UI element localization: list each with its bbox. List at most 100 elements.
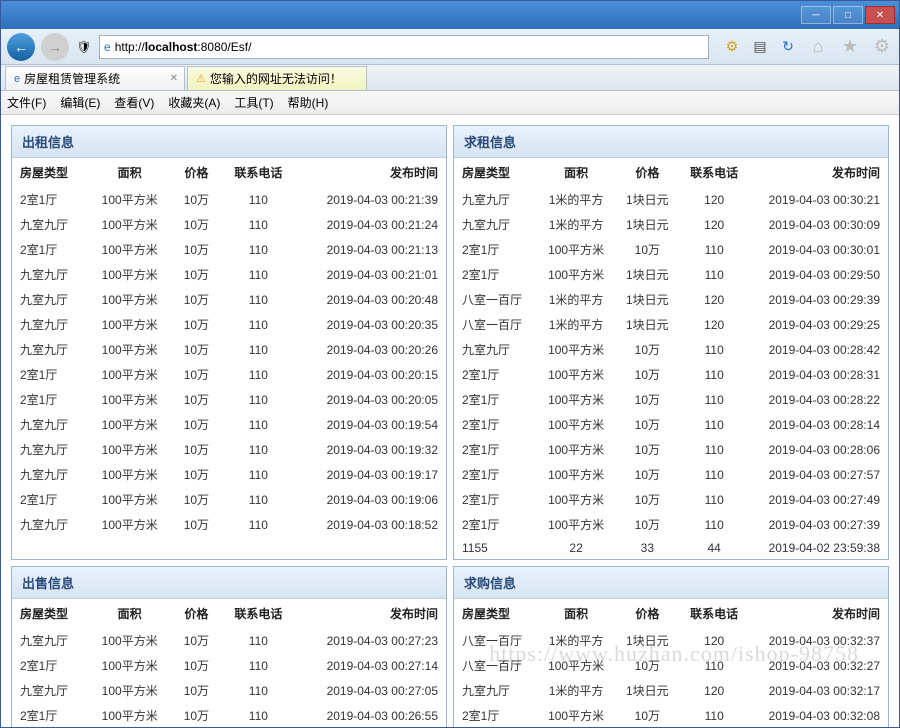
maximize-button[interactable]: □ <box>833 6 863 24</box>
security-shield-icon[interactable]: 🛡 <box>75 38 93 56</box>
cell-time: 2019-04-03 00:30:09 <box>749 212 888 237</box>
menu-view[interactable]: 查看(V) <box>114 94 154 111</box>
table-row[interactable]: 八室一百厅 100平方米 10万 110 2019-04-03 00:32:27 <box>454 653 888 678</box>
cell-price: 10万 <box>615 487 679 512</box>
table-row[interactable]: 九室九厅 100平方米 10万 110 2019-04-03 00:28:42 <box>454 337 888 362</box>
cell-time: 2019-04-03 00:21:01 <box>296 262 446 287</box>
cell-type: 2室1厅 <box>454 412 537 437</box>
table-row[interactable]: 2室1厅 100平方米 10万 110 2019-04-03 00:28:06 <box>454 437 888 462</box>
settings-gear-icon[interactable]: ⚙ <box>871 38 893 56</box>
compat-icon[interactable]: ⚙ <box>723 38 741 56</box>
table-row[interactable]: 九室九厅 100平方米 10万 110 2019-04-03 00:18:52 <box>12 512 446 537</box>
table-row[interactable]: 2室1厅 100平方米 10万 110 2019-04-03 00:32:08 <box>454 703 888 727</box>
menu-file[interactable]: 文件(F) <box>7 94 46 111</box>
table-row[interactable]: 2室1厅 100平方米 10万 110 2019-04-03 00:19:06 <box>12 487 446 512</box>
table-row[interactable]: 2室1厅 100平方米 10万 110 2019-04-03 00:26:55 <box>12 703 446 727</box>
table-row[interactable]: 2室1厅 100平方米 10万 110 2019-04-03 00:28:31 <box>454 362 888 387</box>
th-phone: 联系电话 <box>221 158 296 187</box>
menu-edit[interactable]: 编辑(E) <box>60 94 100 111</box>
table-row[interactable]: 2室1厅 100平方米 10万 110 2019-04-03 00:21:13 <box>12 237 446 262</box>
table-row[interactable]: 2室1厅 100平方米 10万 110 2019-04-03 00:30:01 <box>454 237 888 262</box>
panel-title: 出租信息 <box>12 126 446 158</box>
table-row[interactable]: 2室1厅 100平方米 10万 110 2019-04-03 00:28:22 <box>454 387 888 412</box>
table-row[interactable]: 九室九厅 100平方米 10万 110 2019-04-03 00:20:35 <box>12 312 446 337</box>
th-time: 发布时间 <box>296 158 446 187</box>
cell-area: 100平方米 <box>537 387 616 412</box>
cell-area: 1米的平方 <box>537 187 616 212</box>
table-row[interactable]: 九室九厅 100平方米 10万 110 2019-04-03 00:20:48 <box>12 287 446 312</box>
table-row[interactable]: 九室九厅 100平方米 10万 110 2019-04-03 00:19:17 <box>12 462 446 487</box>
table-row[interactable]: 九室九厅 1米的平方 1块日元 120 2019-04-03 00:30:09 <box>454 212 888 237</box>
table-row[interactable]: 2室1厅 100平方米 10万 110 2019-04-03 00:28:14 <box>454 412 888 437</box>
table-row[interactable]: 八室一百厅 1米的平方 1块日元 120 2019-04-03 00:29:39 <box>454 287 888 312</box>
table-row[interactable]: 九室九厅 100平方米 10万 110 2019-04-03 00:27:05 <box>12 678 446 703</box>
cell-type: 2室1厅 <box>454 462 537 487</box>
cell-type: 八室一百厅 <box>454 653 537 678</box>
page-content[interactable]: 出租信息 房屋类型 面积 价格 联系电话 发布时间 2室1厅 100平方米 10… <box>1 115 899 727</box>
home-icon[interactable]: ⌂ <box>807 38 829 56</box>
table-row[interactable]: 2室1厅 100平方米 10万 110 2019-04-03 00:20:15 <box>12 362 446 387</box>
back-button[interactable]: ← <box>7 33 35 61</box>
table-row[interactable]: 九室九厅 100平方米 10万 110 2019-04-03 00:20:26 <box>12 337 446 362</box>
table-row[interactable]: 2室1厅 100平方米 10万 110 2019-04-03 00:21:39 <box>12 187 446 212</box>
buy-table: 房屋类型 面积 价格 联系电话 发布时间 八室一百厅 1米的平方 1块日元 12… <box>454 599 888 727</box>
th-phone: 联系电话 <box>221 599 296 628</box>
cell-price: 10万 <box>615 512 679 537</box>
ie-favicon-icon: e <box>14 73 20 85</box>
cell-phone: 110 <box>679 437 749 462</box>
close-button[interactable]: ✕ <box>865 6 895 24</box>
cell-price: 1块日元 <box>615 262 679 287</box>
table-row[interactable]: 九室九厅 1米的平方 1块日元 120 2019-04-03 00:30:21 <box>454 187 888 212</box>
window-titlebar[interactable]: ─ □ ✕ <box>1 1 899 29</box>
favorites-icon[interactable]: ★ <box>839 38 861 56</box>
table-row[interactable]: 2室1厅 100平方米 10万 110 2019-04-03 00:27:39 <box>454 512 888 537</box>
cell-time: 2019-04-03 00:29:50 <box>749 262 888 287</box>
cell-price: 10万 <box>615 237 679 262</box>
tab-inactive[interactable]: ⚠ 您输入的网址无法访问！ <box>187 66 367 90</box>
cell-time: 2019-04-03 00:27:39 <box>749 512 888 537</box>
cell-type: 2室1厅 <box>12 387 87 412</box>
forward-button[interactable]: → <box>41 33 69 61</box>
th-type: 房屋类型 <box>12 158 87 187</box>
compat-view-icon[interactable]: ▤ <box>751 38 769 56</box>
cell-area: 100平方米 <box>87 312 172 337</box>
address-bar[interactable]: e http://localhost:8080/Esf/ <box>99 35 709 59</box>
cell-area: 100平方米 <box>87 703 172 727</box>
cell-price: 10万 <box>172 262 221 287</box>
th-area: 面积 <box>537 158 616 187</box>
cell-type: 八室一百厅 <box>454 312 537 337</box>
table-row[interactable]: 九室九厅 100平方米 10万 110 2019-04-03 00:21:01 <box>12 262 446 287</box>
table-row[interactable]: 九室九厅 100平方米 10万 110 2019-04-03 00:27:23 <box>12 628 446 653</box>
table-row[interactable]: 2室1厅 100平方米 10万 110 2019-04-03 00:27:14 <box>12 653 446 678</box>
cell-time: 2019-04-03 00:28:14 <box>749 412 888 437</box>
table-row[interactable]: 2室1厅 100平方米 10万 110 2019-04-03 00:27:57 <box>454 462 888 487</box>
url-host: localhost <box>145 40 198 54</box>
table-row[interactable]: 2室1厅 100平方米 1块日元 110 2019-04-03 00:29:50 <box>454 262 888 287</box>
table-row[interactable]: 九室九厅 100平方米 10万 110 2019-04-03 00:19:54 <box>12 412 446 437</box>
table-row[interactable]: 九室九厅 100平方米 10万 110 2019-04-03 00:21:24 <box>12 212 446 237</box>
table-row[interactable]: 2室1厅 100平方米 10万 110 2019-04-03 00:20:05 <box>12 387 446 412</box>
menu-help[interactable]: 帮助(H) <box>288 94 329 111</box>
table-row[interactable]: 2室1厅 100平方米 10万 110 2019-04-03 00:27:49 <box>454 487 888 512</box>
tab-active[interactable]: e 房屋租赁管理系统 ✕ <box>5 66 185 90</box>
cell-time: 2019-04-03 00:19:17 <box>296 462 446 487</box>
cell-type: 2室1厅 <box>12 653 87 678</box>
cell-phone: 110 <box>679 237 749 262</box>
cell-price: 10万 <box>615 362 679 387</box>
minimize-button[interactable]: ─ <box>801 6 831 24</box>
table-row[interactable]: 八室一百厅 1米的平方 1块日元 120 2019-04-03 00:29:25 <box>454 312 888 337</box>
table-row[interactable]: 九室九厅 1米的平方 1块日元 120 2019-04-03 00:32:17 <box>454 678 888 703</box>
table-row[interactable]: 八室一百厅 1米的平方 1块日元 120 2019-04-03 00:32:37 <box>454 628 888 653</box>
cell-phone: 110 <box>221 412 296 437</box>
table-row[interactable]: 1155 22 33 44 2019-04-02 23:59:38 <box>454 537 888 559</box>
menu-favorites[interactable]: 收藏夹(A) <box>168 94 220 111</box>
cell-price: 10万 <box>172 187 221 212</box>
refresh-icon[interactable]: ↻ <box>779 38 797 56</box>
cell-area: 100平方米 <box>537 703 616 727</box>
table-row[interactable]: 九室九厅 100平方米 10万 110 2019-04-03 00:19:32 <box>12 437 446 462</box>
cell-price: 1块日元 <box>615 678 679 703</box>
menu-tools[interactable]: 工具(T) <box>234 94 273 111</box>
tab-close-icon[interactable]: ✕ <box>170 73 178 84</box>
cell-time: 2019-04-03 00:21:24 <box>296 212 446 237</box>
cell-area: 100平方米 <box>537 262 616 287</box>
